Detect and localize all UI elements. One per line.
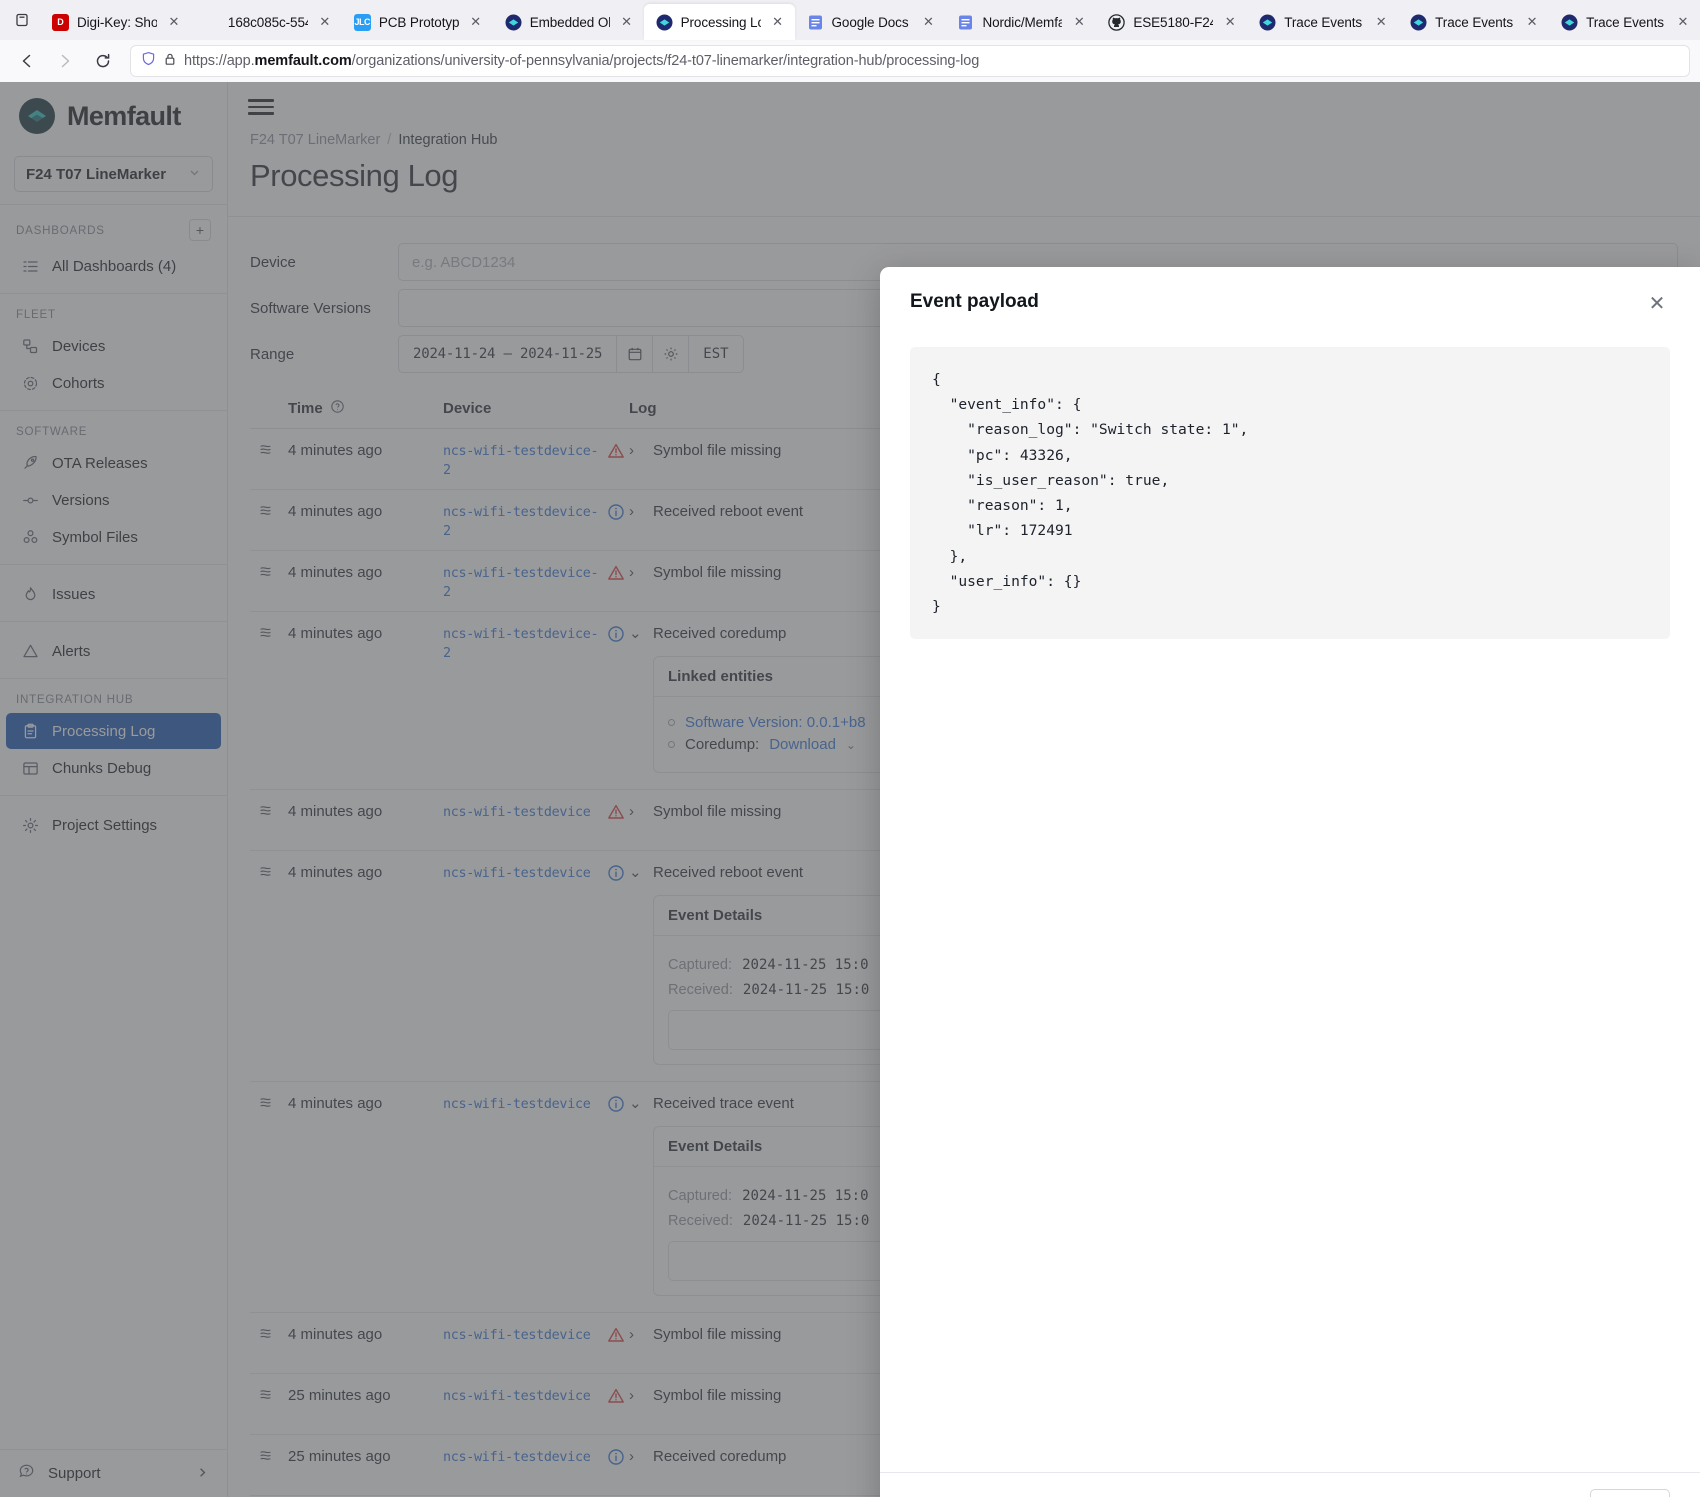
- event-payload-modal: Event payload ✕ { "event_info": { "reaso…: [880, 267, 1700, 1497]
- reload-button[interactable]: [86, 45, 120, 77]
- jlc-icon: JLC: [353, 13, 371, 31]
- tab-title: PCB Prototype &: [378, 14, 459, 30]
- tab-title: Trace Events | Me: [1586, 14, 1666, 30]
- forward-button[interactable]: [48, 45, 82, 77]
- application-root: Memfault F24 T07 LineMarker DASHBOARDS+A…: [0, 82, 1700, 1497]
- lock-icon: [163, 52, 177, 71]
- browser-chrome: D Digi-Key: Shopping ✕ 168c085c-5547-43eb- ✕…: [0, 0, 1700, 82]
- tab-title: Digi-Key: Shopping: [77, 14, 157, 30]
- tab-close-icon[interactable]: ✕: [618, 13, 636, 31]
- tab-close-icon[interactable]: ✕: [919, 13, 937, 31]
- tab-close-icon[interactable]: ✕: [1070, 13, 1088, 31]
- event-payload-json: { "event_info": { "reason_log": "Switch …: [910, 347, 1670, 640]
- tab-title: Trace Events | Me: [1284, 14, 1364, 30]
- tab-title: Processing Log | I: [680, 14, 761, 30]
- browser-tab[interactable]: D Digi-Key: Shopping ✕: [40, 4, 191, 40]
- memfault-icon: [1410, 14, 1427, 31]
- tab-title: Trace Events | Me: [1435, 14, 1515, 30]
- gdocs-icon: [957, 14, 974, 31]
- modal-header: Event payload ✕: [880, 267, 1700, 327]
- tab-close-icon[interactable]: ✕: [1221, 13, 1239, 31]
- memfault-icon: [1561, 14, 1578, 31]
- browser-tab[interactable]: Nordic/Memfaul ✕: [945, 4, 1096, 40]
- digikey-icon: D: [52, 13, 69, 31]
- url-bar[interactable]: https://app.memfault.com/organizations/u…: [130, 45, 1690, 77]
- tab-title: ESE5180-F24-Lab: [1133, 14, 1213, 30]
- browser-tab[interactable]: JLC PCB Prototype & ✕: [342, 4, 493, 40]
- memfault-icon: [1259, 14, 1276, 31]
- memfault-icon: [505, 14, 522, 31]
- tab-close-icon[interactable]: ✕: [1674, 13, 1692, 31]
- close-icon[interactable]: ✕: [1644, 291, 1670, 317]
- modal-footer: Close: [880, 1472, 1700, 1497]
- gdocs-icon: [807, 14, 824, 31]
- tab-close-icon[interactable]: ✕: [316, 13, 334, 31]
- tab-title: 168c085c-5547-43eb-: [227, 14, 308, 30]
- browser-tab[interactable]: Trace Events | Me ✕: [1549, 4, 1700, 40]
- back-button[interactable]: [10, 45, 44, 77]
- modal-body: { "event_info": { "reason_log": "Switch …: [880, 327, 1700, 1472]
- browser-tab[interactable]: Trace Events | Me ✕: [1247, 4, 1398, 40]
- tab-close-icon[interactable]: ✕: [769, 13, 787, 31]
- shield-icon: [141, 51, 156, 71]
- tab-list-button[interactable]: [4, 3, 40, 37]
- tab-close-icon[interactable]: ✕: [1523, 13, 1541, 31]
- url-text: https://app.memfault.com/organizations/u…: [184, 53, 980, 69]
- browser-tab[interactable]: ESE5180-F24-Lab ✕: [1096, 4, 1247, 40]
- tab-strip: D Digi-Key: Shopping ✕ 168c085c-5547-43eb- ✕…: [0, 0, 1700, 40]
- browser-tab[interactable]: Google Docs ✕: [795, 4, 946, 40]
- github-icon: [1108, 13, 1126, 31]
- tab-title: Google Docs: [831, 14, 909, 30]
- tab-close-icon[interactable]: ✕: [467, 13, 485, 31]
- tab-close-icon[interactable]: ✕: [1372, 13, 1390, 31]
- modal-title: Event payload: [910, 291, 1039, 312]
- browser-tab[interactable]: Processing Log | I ✕: [643, 4, 795, 40]
- tab-title: Nordic/Memfaul: [982, 14, 1063, 30]
- tab-close-icon[interactable]: ✕: [165, 13, 183, 31]
- memfault-icon: [656, 14, 673, 31]
- browser-tab[interactable]: Trace Events | Me ✕: [1398, 4, 1549, 40]
- close-button[interactable]: Close: [1589, 1489, 1670, 1497]
- browser-tab[interactable]: 168c085c-5547-43eb- ✕: [191, 4, 342, 40]
- blank-icon: [203, 14, 220, 31]
- browser-tab[interactable]: Embedded Obser ✕: [493, 4, 644, 40]
- navigation-bar: https://app.memfault.com/organizations/u…: [0, 40, 1700, 82]
- tab-title: Embedded Obser: [529, 14, 610, 30]
